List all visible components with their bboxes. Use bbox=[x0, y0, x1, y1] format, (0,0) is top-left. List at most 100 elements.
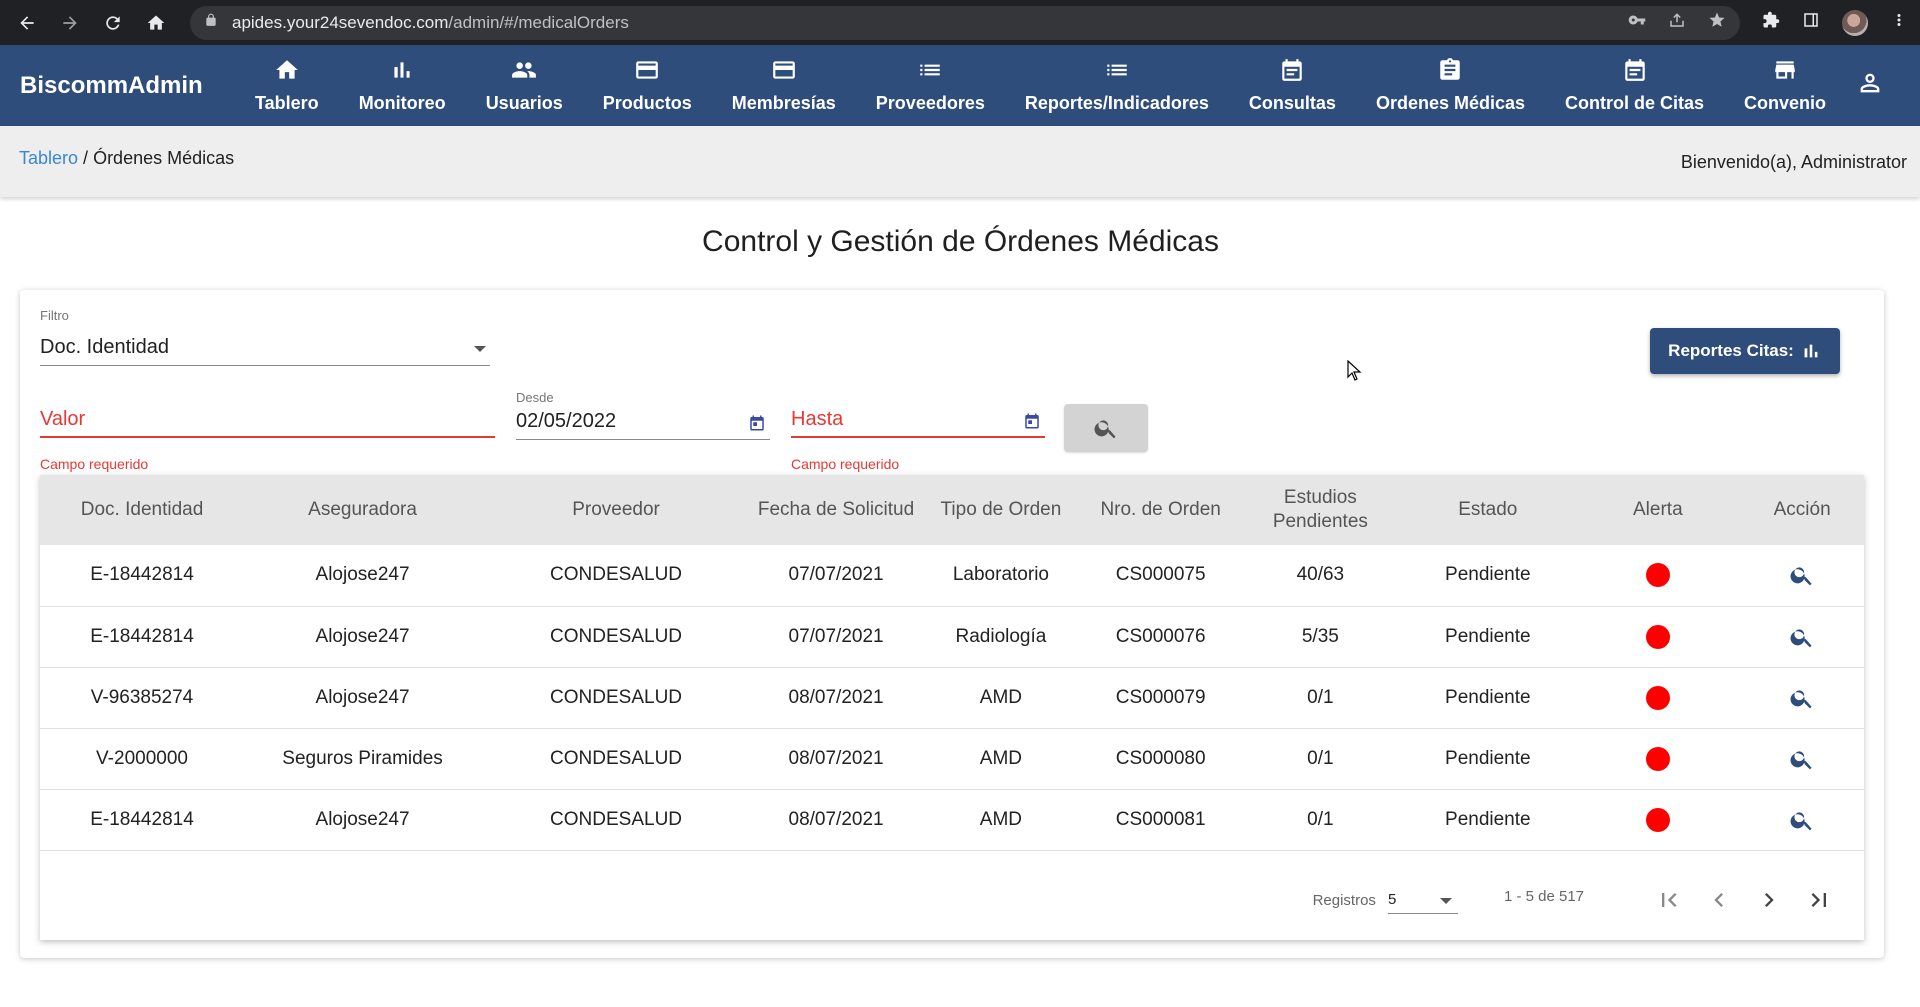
cell-doc-identidad: E-18442814 bbox=[90, 564, 194, 586]
header-estudios-pendientes[interactable]: Estudios Pendientes bbox=[1241, 475, 1401, 545]
extensions-icon[interactable] bbox=[1762, 11, 1780, 34]
reload-icon[interactable] bbox=[98, 8, 128, 38]
welcome-text: Bienvenido(a), Administrator bbox=[1680, 152, 1907, 172]
nav-item-monitoreo[interactable]: Monitoreo bbox=[339, 45, 466, 126]
brand-logo[interactable]: BiscommAdmin bbox=[20, 72, 235, 100]
valor-error: Campo requerido bbox=[40, 456, 149, 472]
cell-nro-orden: CS000076 bbox=[1115, 625, 1206, 647]
cell-tipo-orden: AMD bbox=[979, 747, 1023, 769]
clipboard-icon bbox=[1440, 58, 1461, 80]
calendar-picker-icon[interactable] bbox=[1023, 412, 1041, 430]
credit-card-icon bbox=[772, 61, 795, 79]
hasta-date-field[interactable]: Hasta bbox=[791, 402, 1045, 438]
view-order-search-icon[interactable] bbox=[1789, 746, 1815, 772]
breadcrumb-link-tablero[interactable]: Tablero bbox=[19, 148, 78, 168]
table-row[interactable]: E-18442814 Alojose247 CONDESALUD 07/07/2… bbox=[40, 606, 1864, 667]
cell-estudios-pendientes: 40/63 bbox=[1296, 564, 1345, 586]
table-row[interactable]: E-18442814 Alojose247 CONDESALUD 08/07/2… bbox=[40, 789, 1864, 850]
cell-aseguradora: Alojose247 bbox=[315, 686, 410, 708]
nav-label: Control de Citas bbox=[1565, 93, 1705, 113]
url-text: apides.your24sevendoc.com/admin/#/medica… bbox=[232, 12, 629, 32]
cell-fecha-solicitud: 08/07/2021 bbox=[788, 808, 884, 830]
view-order-search-icon[interactable] bbox=[1789, 562, 1815, 588]
nav-item-membresias[interactable]: Membresías bbox=[712, 45, 856, 126]
nav-item-ordenes-medicas[interactable]: Ordenes Médicas bbox=[1356, 45, 1545, 126]
cell-tipo-orden: Radiología bbox=[955, 625, 1047, 647]
paginator: Registros 5 1 - 5 de 517 bbox=[1313, 880, 1844, 920]
more-vert-icon[interactable] bbox=[1890, 11, 1908, 34]
view-order-search-icon[interactable] bbox=[1789, 807, 1815, 833]
side-panel-icon[interactable] bbox=[1802, 11, 1820, 34]
hasta-placeholder: Hasta bbox=[791, 408, 844, 430]
last-page-icon[interactable] bbox=[1794, 886, 1844, 914]
alert-dot-icon bbox=[1645, 563, 1670, 588]
cell-aseguradora: Alojose247 bbox=[315, 625, 410, 647]
cell-proveedor: CONDESALUD bbox=[550, 625, 683, 647]
home-page-icon[interactable] bbox=[141, 8, 171, 38]
account-icon[interactable] bbox=[1856, 69, 1884, 102]
nav-item-control-citas[interactable]: Control de Citas bbox=[1545, 45, 1724, 126]
forward-icon[interactable] bbox=[55, 8, 85, 38]
calendar-picker-icon[interactable] bbox=[748, 414, 766, 432]
profile-avatar[interactable] bbox=[1842, 9, 1868, 36]
view-order-search-icon[interactable] bbox=[1789, 685, 1815, 711]
cell-fecha-solicitud: 08/07/2021 bbox=[788, 686, 884, 708]
valor-input[interactable]: Valor bbox=[40, 402, 495, 438]
next-page-icon[interactable] bbox=[1744, 886, 1794, 914]
nav-label: Consultas bbox=[1248, 93, 1336, 113]
alert-dot-icon bbox=[1645, 624, 1670, 649]
desde-date-field[interactable]: 02/05/2022 bbox=[516, 404, 770, 440]
nav-item-reportes[interactable]: Reportes/Indicadores bbox=[1005, 45, 1229, 126]
cell-estado: Pendiente bbox=[1445, 808, 1531, 830]
orders-table: Doc. Identidad Aseguradora Proveedor Fec… bbox=[40, 475, 1864, 851]
page-title: Control y Gestión de Órdenes Médicas bbox=[702, 225, 1219, 258]
nav-item-proveedores[interactable]: Proveedores bbox=[856, 45, 1005, 126]
cell-estudios-pendientes: 5/35 bbox=[1301, 625, 1339, 647]
table-row[interactable]: V-96385274 Alojose247 CONDESALUD 08/07/2… bbox=[40, 667, 1864, 728]
cell-doc-identidad: E-18442814 bbox=[90, 808, 194, 830]
bookmark-star-icon[interactable] bbox=[1708, 11, 1726, 34]
lock-icon bbox=[204, 13, 218, 32]
cell-estado: Pendiente bbox=[1445, 564, 1531, 586]
view-order-search-icon[interactable] bbox=[1789, 624, 1815, 650]
nav-label: Membresías bbox=[731, 93, 836, 113]
nav-item-productos[interactable]: Productos bbox=[583, 45, 712, 126]
nav-item-consultas[interactable]: Consultas bbox=[1229, 45, 1356, 126]
header-aseguradora[interactable]: Aseguradora bbox=[244, 475, 481, 545]
cell-aseguradora: Alojose247 bbox=[315, 564, 410, 586]
header-fecha-solicitud[interactable]: Fecha de Solicitud bbox=[751, 475, 921, 545]
desde-value: 02/05/2022 bbox=[516, 410, 617, 432]
page-size-select[interactable]: 5 bbox=[1387, 886, 1458, 914]
nav-label: Tablero bbox=[255, 93, 319, 113]
table-row[interactable]: E-18442814 Alojose247 CONDESALUD 07/07/2… bbox=[40, 545, 1864, 606]
nav-item-tablero[interactable]: Tablero bbox=[235, 45, 339, 126]
share-icon[interactable] bbox=[1668, 11, 1686, 34]
mouse-cursor-icon bbox=[1347, 360, 1362, 381]
header-tipo-orden[interactable]: Tipo de Orden bbox=[921, 475, 1081, 545]
nav-item-usuarios[interactable]: Usuarios bbox=[466, 45, 583, 126]
cell-estado: Pendiente bbox=[1445, 747, 1531, 769]
main-nav: Tablero Monitoreo Usuarios Productos Mem… bbox=[235, 45, 1846, 126]
first-page-icon[interactable] bbox=[1644, 886, 1694, 914]
header-estado[interactable]: Estado bbox=[1400, 475, 1575, 545]
cell-estudios-pendientes: 0/1 bbox=[1307, 808, 1334, 830]
filter-select[interactable]: Doc. Identidad bbox=[40, 336, 490, 366]
table-row[interactable]: V-2000000 Seguros Piramides CONDESALUD 0… bbox=[40, 728, 1864, 789]
header-doc-identidad[interactable]: Doc. Identidad bbox=[40, 475, 244, 545]
dropdown-arrow-icon bbox=[474, 346, 486, 352]
header-proveedor[interactable]: Proveedor bbox=[481, 475, 751, 545]
nav-item-convenio[interactable]: Convenio bbox=[1724, 45, 1846, 126]
reportes-citas-button[interactable]: Reportes Citas: bbox=[1650, 328, 1840, 374]
back-icon[interactable] bbox=[12, 8, 42, 38]
home-icon bbox=[276, 60, 298, 79]
key-icon[interactable] bbox=[1628, 11, 1646, 34]
address-bar[interactable]: apides.your24sevendoc.com/admin/#/medica… bbox=[190, 5, 1740, 40]
search-button[interactable] bbox=[1064, 404, 1148, 452]
browser-toolbar: apides.your24sevendoc.com/admin/#/medica… bbox=[0, 0, 1920, 45]
bar-chart-icon bbox=[394, 62, 410, 78]
previous-page-icon[interactable] bbox=[1694, 886, 1744, 914]
cell-fecha-solicitud: 07/07/2021 bbox=[788, 625, 884, 647]
header-nro-orden[interactable]: Nro. de Orden bbox=[1081, 475, 1241, 545]
header-accion: Acción bbox=[1773, 499, 1831, 520]
breadcrumb-bar: Tablero / Órdenes Médicas Bienvenido(a),… bbox=[0, 126, 1920, 197]
